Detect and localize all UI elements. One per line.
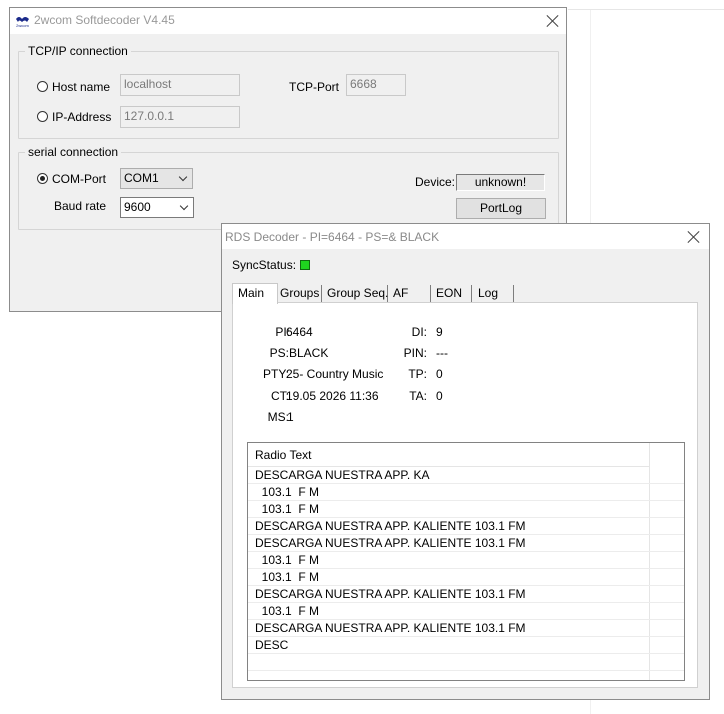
- tcpport-label: TCP-Port: [289, 80, 340, 94]
- list-item[interactable]: DESCARGA NUESTRA APP. KALIENTE 103.1 FM: [248, 620, 684, 637]
- tcpport-field[interactable]: 6668: [346, 74, 406, 96]
- list-item[interactable]: 103.1 F M: [248, 552, 684, 569]
- app-logo-icon: 2wcom: [16, 17, 30, 28]
- app-logo-text: 2wcom: [16, 23, 29, 28]
- tab-log[interactable]: Log: [472, 285, 514, 302]
- tab-af[interactable]: AF: [388, 285, 431, 302]
- list-item[interactable]: DESC: [248, 637, 684, 654]
- radio-text-list[interactable]: Radio Text DESCARGA NUESTRA APP. KA 103.…: [247, 442, 685, 681]
- device-status: unknown!: [456, 174, 545, 191]
- list-item[interactable]: DESCARGA NUESTRA APP. KALIENTE 103.1 FM: [248, 535, 684, 552]
- tcpip-group-title: TCP/IP connection: [25, 44, 131, 58]
- list-item[interactable]: DESCARGA NUESTRA APP. KA: [248, 467, 684, 484]
- ip-address-label: IP-Address: [52, 110, 112, 124]
- com-port-select[interactable]: COM1: [120, 168, 193, 189]
- chevron-down-icon: [178, 172, 188, 182]
- ms-value: 1: [287, 410, 294, 424]
- portlog-button[interactable]: PortLog: [456, 198, 546, 219]
- com-port-radio[interactable]: [37, 173, 48, 184]
- list-item[interactable]: 103.1 F M: [248, 484, 684, 501]
- di-value: 9: [436, 325, 443, 339]
- ct-value: 19.05 2026 11:36: [286, 389, 379, 403]
- rds-window-title: RDS Decoder - PI=6464 - PS=& BLACK: [225, 230, 440, 244]
- background-divider: [568, 9, 724, 10]
- softdecoder-titlebar[interactable]: 2wcom 2wcom Softdecoder V4.45: [10, 8, 566, 34]
- ms-label: MS:: [267, 410, 289, 424]
- com-port-value: COM1: [124, 171, 159, 185]
- hostname-field[interactable]: localhost: [120, 74, 240, 96]
- pi-value: 6464: [286, 325, 313, 339]
- tab-main[interactable]: Main: [232, 283, 278, 304]
- di-label: DI:: [411, 325, 427, 339]
- rds-decoder-window: RDS Decoder - PI=6464 - PS=& BLACK SyncS…: [221, 223, 710, 700]
- tcpip-group: [18, 51, 559, 139]
- ps-label: PS:: [269, 346, 289, 360]
- tab-groups[interactable]: Groups: [278, 285, 322, 302]
- sync-status-indicator: [300, 260, 310, 270]
- rds-titlebar[interactable]: RDS Decoder - PI=6464 - PS=& BLACK: [222, 224, 709, 249]
- ta-value: 0: [436, 389, 443, 403]
- chevron-down-icon: [179, 201, 189, 211]
- tab-eon[interactable]: EON: [431, 285, 472, 302]
- sync-status-label: SyncStatus:: [232, 258, 297, 272]
- radio-text-column-header[interactable]: Radio Text: [248, 443, 650, 467]
- radio-text-rows: DESCARGA NUESTRA APP. KA 103.1 F M 103.1…: [248, 467, 684, 671]
- list-item[interactable]: DESCARGA NUESTRA APP. KALIENTE 103.1 FM: [248, 518, 684, 535]
- serial-group-title: serial connection: [25, 145, 122, 159]
- close-icon[interactable]: [546, 14, 560, 28]
- baud-rate-label: Baud rate: [54, 199, 107, 213]
- main-tab-panel: PI: 6464 PS: BLACK PTY: 25- Country Musi…: [232, 302, 698, 688]
- list-item[interactable]: 103.1 F M: [248, 569, 684, 586]
- hostname-radio[interactable]: [37, 81, 48, 92]
- ps-value: BLACK: [289, 346, 329, 360]
- pin-label: PIN:: [403, 346, 427, 360]
- list-item[interactable]: 103.1 F M: [248, 603, 684, 620]
- ip-address-radio[interactable]: [37, 111, 48, 122]
- baud-rate-value: 9600: [124, 200, 151, 214]
- list-item[interactable]: 103.1 F M: [248, 501, 684, 518]
- baud-rate-select[interactable]: 9600: [120, 197, 194, 218]
- close-icon[interactable]: [687, 230, 701, 244]
- tp-value: 0: [436, 367, 443, 381]
- list-item[interactable]: [248, 654, 684, 671]
- ta-label: TA:: [409, 389, 427, 403]
- device-label: Device:: [415, 175, 456, 189]
- tab-group-seq[interactable]: Group Seq.: [322, 285, 388, 302]
- tp-label: TP:: [408, 367, 427, 381]
- list-item[interactable]: DESCARGA NUESTRA APP. KALIENTE 103.1 FM: [248, 586, 684, 603]
- pin-value: ---: [436, 346, 448, 360]
- com-port-label: COM-Port: [52, 172, 106, 186]
- ip-address-field[interactable]: 127.0.0.1: [120, 106, 240, 128]
- window-title: 2wcom Softdecoder V4.45: [34, 13, 175, 27]
- hostname-label: Host name: [52, 80, 111, 94]
- pty-value: 25- Country Music: [286, 367, 384, 381]
